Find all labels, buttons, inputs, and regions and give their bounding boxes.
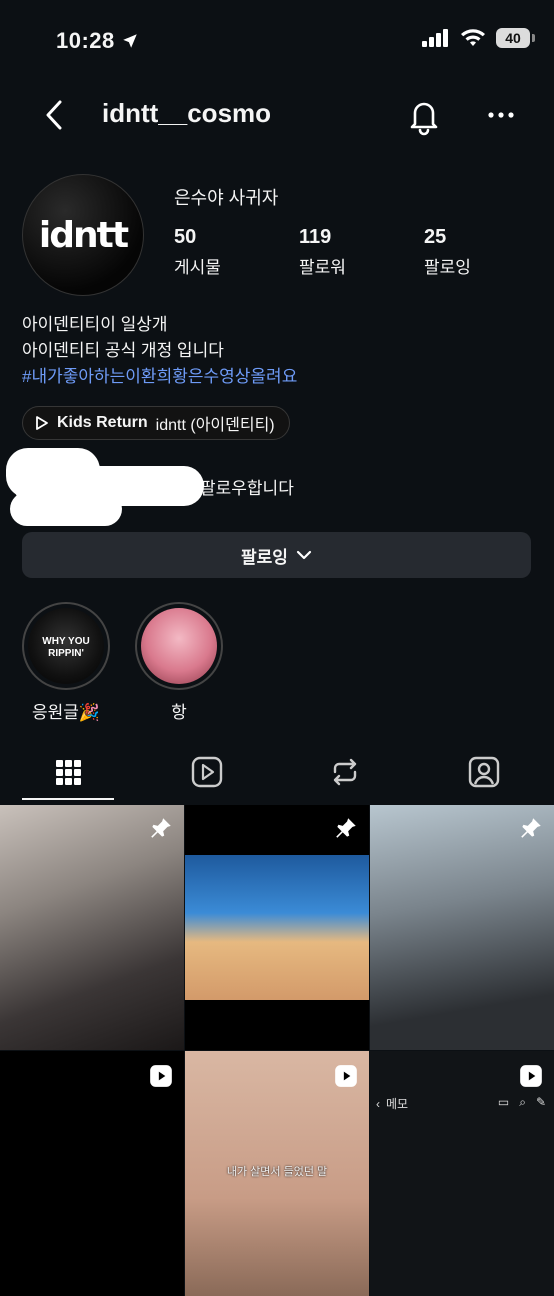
battery-indicator: 40 <box>496 28 535 48</box>
book-icon: ▭ <box>497 1095 510 1109</box>
status-icons: 40 <box>422 28 535 48</box>
reels-tab-icon[interactable] <box>189 752 225 792</box>
profile-username: idntt__cosmo <box>102 98 272 128</box>
back-arrow-icon[interactable] <box>40 96 70 134</box>
music-song-title: Kids Return <box>57 414 148 431</box>
memo-header: ‹ 메모 <box>376 1095 408 1112</box>
story-highlight[interactable] <box>135 602 223 690</box>
bio: 아이덴티티이 일상개 아이덴티티 공식 개정 입니다 #내가좋아하는이환희황은수… <box>22 312 297 390</box>
stat-following[interactable]: 25 팔로잉 <box>424 226 471 278</box>
active-tab-indicator <box>22 798 114 800</box>
stat-followers-label: 팔로워 <box>299 258 346 277</box>
grid-post[interactable] <box>0 1051 184 1296</box>
pin-icon <box>521 818 541 838</box>
stat-following-label: 팔로잉 <box>424 258 471 277</box>
notification-bell-icon[interactable] <box>406 96 442 136</box>
followed-by-text[interactable]: 팔로우합니다 <box>200 474 294 499</box>
redaction-mark <box>10 492 122 526</box>
memo-label: 메모 <box>386 1097 409 1111</box>
chevron-down-icon <box>296 550 312 560</box>
reel-icon <box>335 1065 357 1087</box>
grid-post[interactable]: 내가 살면서 들었던 말 <box>185 1051 369 1296</box>
stat-posts-count: 50 <box>174 226 197 248</box>
stat-followers[interactable]: 119 팔로워 <box>299 226 346 278</box>
grid-post[interactable] <box>0 805 184 1050</box>
profile-music-pill[interactable]: Kids Return idntt (아이덴티티) <box>22 406 290 440</box>
following-button[interactable]: 팔로잉 <box>22 532 531 578</box>
memo-toolbar: ▭ ⌕ ✎ <box>498 1095 546 1110</box>
tagged-tab-icon[interactable] <box>466 752 502 792</box>
stat-followers-count: 119 <box>299 226 332 248</box>
reposts-tab-icon[interactable] <box>327 752 363 792</box>
music-artist: idntt (아이덴티티) <box>155 417 275 434</box>
wifi-icon <box>461 29 485 46</box>
highlight-cover: WHY YOU RIPPIN' <box>28 608 104 684</box>
grid-post[interactable]: ‹ 메모 ▭ ⌕ ✎ <box>370 1051 554 1296</box>
pin-icon <box>151 818 171 838</box>
avatar-logo-text: idntt <box>38 214 129 256</box>
highlight-cover-text: WHY YOU RIPPIN' <box>42 636 90 659</box>
pin-icon <box>336 818 356 838</box>
following-button-label: 팔로잉 <box>241 547 288 567</box>
chevron-left-icon: ‹ <box>376 1096 380 1111</box>
reel-icon <box>520 1065 542 1087</box>
stat-posts[interactable]: 50 게시물 <box>174 226 221 278</box>
stat-posts-label: 게시물 <box>174 258 221 277</box>
bio-hashtag-link[interactable]: #내가좋아하는이환희황은수영상올려요 <box>22 364 297 390</box>
video-subtitle: 내가 살면서 들었던 말 <box>226 1166 328 1178</box>
story-highlight[interactable]: WHY YOU RIPPIN' <box>22 602 110 690</box>
location-arrow-icon <box>123 34 137 48</box>
highlight-cover <box>141 608 217 684</box>
stat-following-count: 25 <box>424 226 447 248</box>
avatar[interactable]: idntt <box>22 174 144 296</box>
reel-icon <box>150 1065 172 1087</box>
play-icon <box>36 416 48 430</box>
grid-post[interactable] <box>185 805 369 1050</box>
status-time: 10:28 <box>56 28 139 54</box>
bio-line: 아이덴티티이 일상개 <box>22 315 168 334</box>
more-options-icon[interactable] <box>486 100 516 130</box>
bio-line: 아이덴티티 공식 개정 입니다 <box>22 341 224 360</box>
display-name: 은수야 사귀자 <box>174 188 279 208</box>
grid-tab-icon[interactable] <box>50 752 86 792</box>
highlight-label: 응원글🎉 <box>31 703 101 722</box>
post-thumbnail <box>185 855 369 1000</box>
highlight-label: 항 <box>171 703 187 722</box>
cellular-signal-icon <box>422 29 448 47</box>
grid-post[interactable] <box>370 805 554 1050</box>
attachment-icon: ⌕ <box>519 1095 526 1109</box>
edit-icon: ✎ <box>535 1095 546 1109</box>
